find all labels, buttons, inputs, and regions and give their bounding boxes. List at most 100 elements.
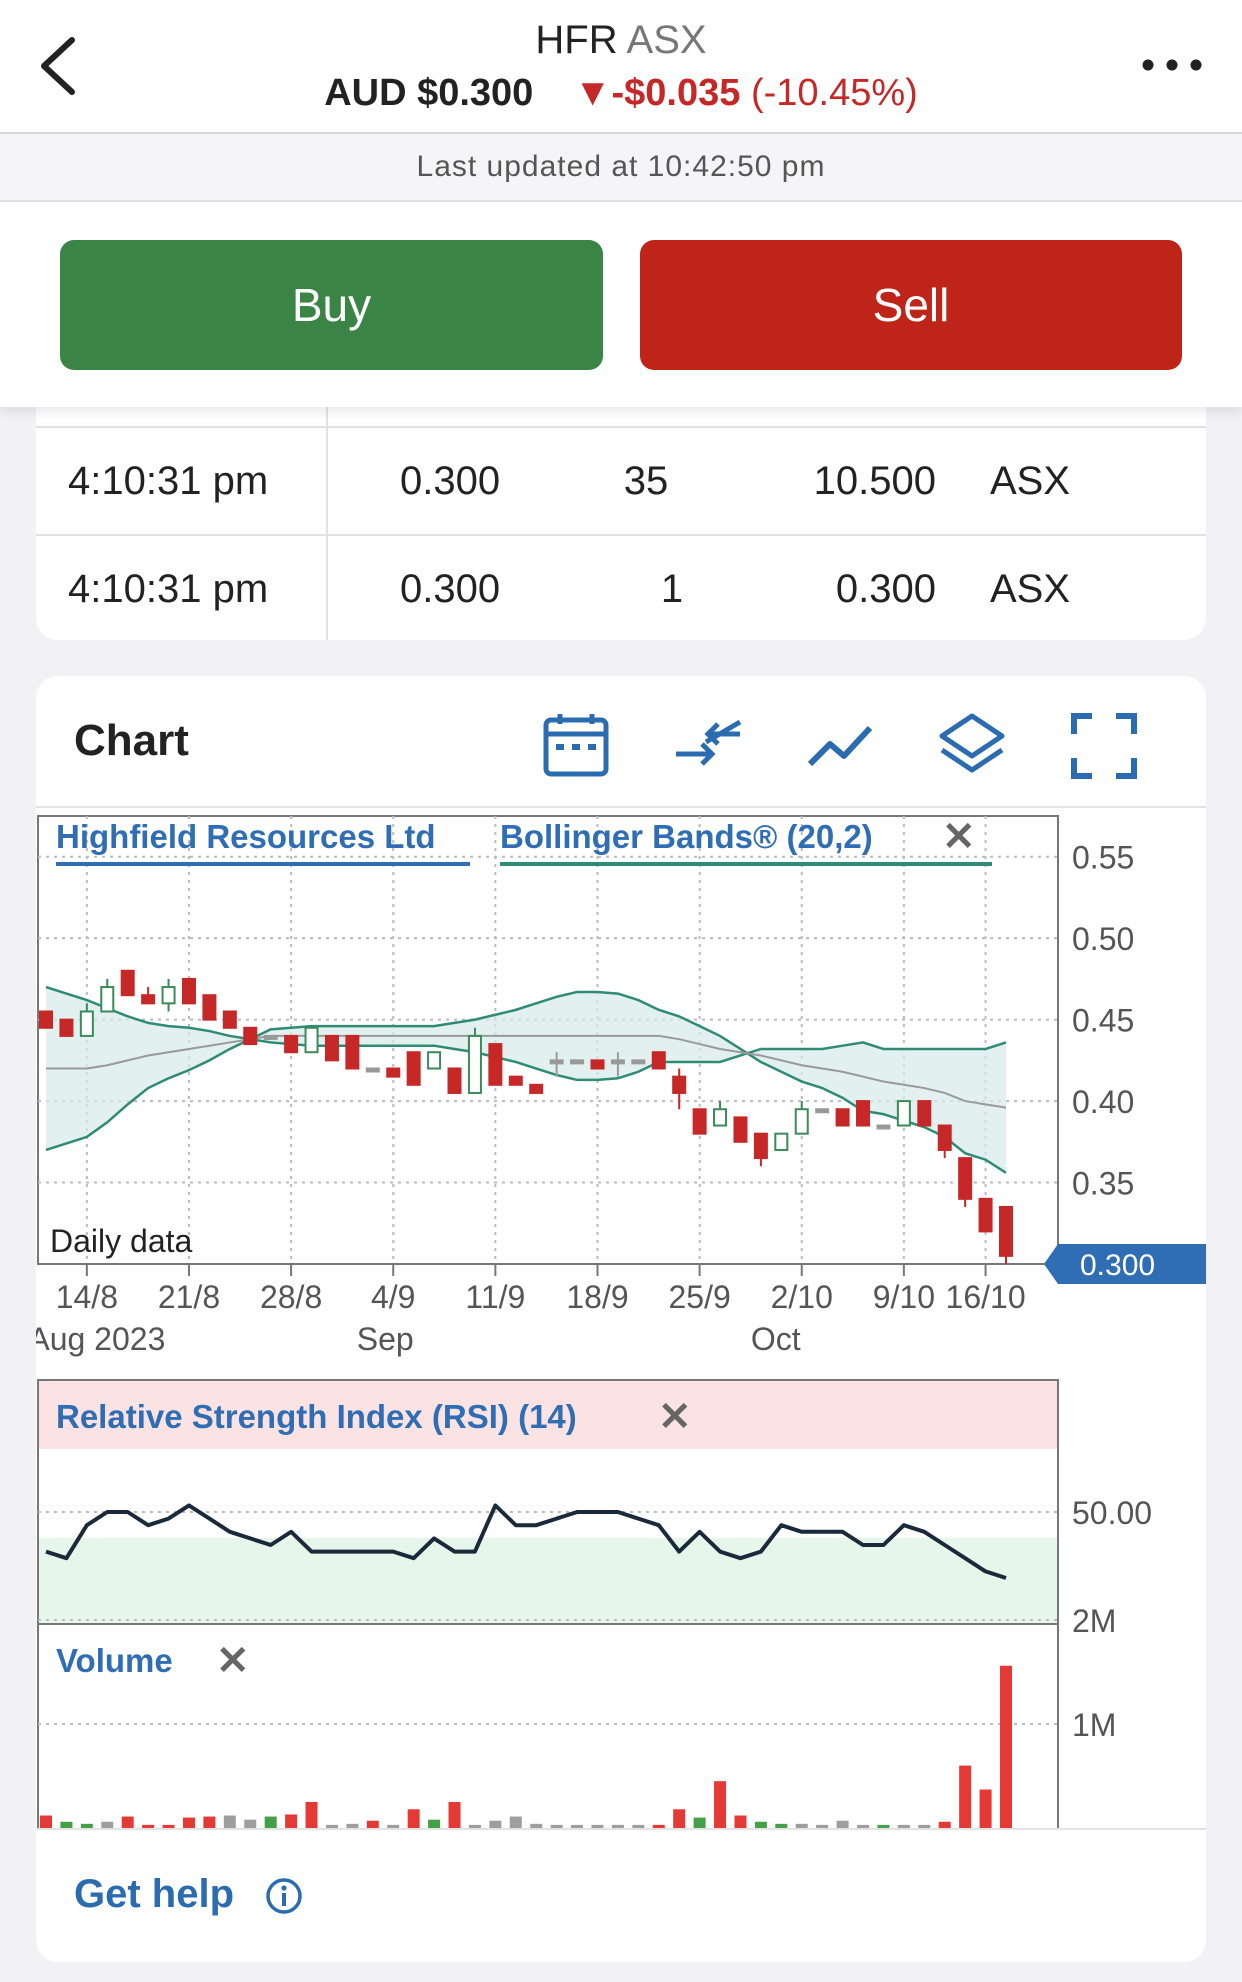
volume-bar	[182, 1817, 195, 1828]
sell-button[interactable]: Sell	[640, 240, 1182, 370]
volume-bar	[1000, 1665, 1012, 1828]
x-tick-label: 11/9	[465, 1279, 525, 1315]
x-tick-label: 14/8	[56, 1279, 118, 1315]
candle	[284, 1034, 299, 1054]
rsi-oversold-zone	[39, 1538, 1057, 1623]
volume-bar	[734, 1815, 747, 1828]
candle	[999, 1205, 1013, 1257]
candle	[386, 1067, 401, 1078]
chart-card-title: Chart	[74, 716, 189, 765]
x-tick-label: 28/8	[260, 1279, 322, 1315]
info-icon[interactable]	[264, 1876, 304, 1916]
candle	[304, 1026, 319, 1054]
trade-row: 4:10:31 pm 0.300 35 10.500 ASX	[36, 426, 1206, 534]
last-updated: Last updated at 10:42:50 pm	[0, 134, 1242, 202]
candle	[692, 1108, 707, 1135]
candle	[161, 986, 176, 1005]
volume-bar	[979, 1789, 992, 1828]
series-label: Highfield Resources Ltd	[56, 818, 436, 855]
x-tick-label: 21/8	[158, 1279, 220, 1315]
more-options-icon[interactable]	[1132, 40, 1212, 90]
frequency-label: Daily data	[50, 1223, 193, 1259]
x-tick-label: 25/9	[668, 1279, 730, 1315]
volume-bar	[264, 1816, 277, 1828]
month-label: Oct	[751, 1321, 801, 1357]
price-line: AUD $0.300 ▼-$0.035 (-10.45%)	[0, 72, 1242, 115]
volume-bar	[428, 1819, 441, 1828]
last-price: AUD $0.300	[324, 72, 534, 114]
calendar-icon[interactable]	[536, 706, 616, 786]
volume-bar	[509, 1816, 522, 1828]
volume-bar	[714, 1781, 727, 1828]
volume-bar	[489, 1820, 502, 1828]
volume-bar	[407, 1809, 420, 1828]
candle	[733, 1116, 748, 1143]
volume-bar	[244, 1819, 257, 1828]
layers-icon[interactable]	[932, 706, 1012, 786]
volume-y-tick: 1M	[1072, 1707, 1116, 1743]
candle	[324, 1034, 339, 1062]
fullscreen-icon[interactable]	[1064, 706, 1144, 786]
candle	[529, 1083, 544, 1094]
volume-bar	[203, 1816, 216, 1828]
compare-icon[interactable]	[668, 706, 748, 786]
candle	[222, 1010, 237, 1029]
buy-button[interactable]: Buy	[60, 240, 603, 370]
last-price-tag-label: 0.300	[1080, 1249, 1155, 1282]
trade-market: ASX	[990, 459, 1071, 503]
x-tick-label: 9/10	[873, 1279, 935, 1315]
trade-time: 4:10:31 pm	[68, 459, 269, 503]
volume-title: Volume	[56, 1642, 173, 1679]
volume-bar	[121, 1816, 134, 1828]
chart-card: Chart 0.55 0.50 0.45 0.40 0.35 Highfield Reso…	[36, 676, 1206, 1962]
trade-quantity: 1	[660, 567, 684, 611]
price-chart[interactable]: 0.55 0.50 0.45 0.40 0.35 Highfield Resources …	[36, 806, 1206, 1828]
candle	[39, 1010, 53, 1029]
indicator-label: Bollinger Bands® (20,2)	[500, 818, 873, 855]
trade-row: 4:10:31 pm 0.300 1 0.300 ASX	[36, 534, 1206, 640]
candle	[467, 1034, 482, 1094]
candle	[794, 1108, 809, 1135]
candle	[181, 977, 196, 1005]
candle	[243, 1026, 258, 1046]
get-help-link[interactable]: Get help	[74, 1872, 234, 1917]
candle	[876, 1124, 891, 1130]
price-change: ▼-$0.035	[573, 72, 741, 114]
candle	[651, 1051, 666, 1070]
course-of-sales: 4:10:31 pm 0.300 35 10.500 ASX 4:10:31 p…	[36, 380, 1206, 640]
candle	[120, 969, 135, 997]
trade-price: 0.300	[400, 567, 501, 611]
trade-quantity: 35	[623, 459, 669, 503]
candle	[365, 1067, 380, 1073]
candle	[141, 994, 156, 1005]
close-rsi-icon: ✕	[658, 1395, 692, 1439]
trade-actions: Buy Sell	[0, 202, 1242, 407]
volume-bar	[40, 1815, 52, 1828]
candle	[345, 1034, 360, 1070]
month-label: Sep	[357, 1321, 414, 1357]
y-tick-label: 0.45	[1072, 1003, 1134, 1039]
candle	[958, 1157, 973, 1200]
rsi-y-tick: 50.00	[1072, 1495, 1152, 1531]
candle	[79, 1010, 94, 1037]
candle	[570, 1059, 585, 1065]
volume-bar	[305, 1802, 318, 1828]
candle	[508, 1075, 523, 1086]
stock-exchange: ASX	[626, 18, 707, 62]
candle	[815, 1108, 830, 1114]
candle	[835, 1108, 850, 1127]
trade-market: ASX	[990, 567, 1071, 611]
y-tick-label: 0.50	[1072, 921, 1134, 957]
candle	[549, 1059, 564, 1065]
y-tick-label: 0.40	[1072, 1084, 1134, 1120]
candle	[447, 1067, 462, 1094]
x-tick-label: 2/10	[771, 1279, 833, 1315]
candle	[896, 1100, 911, 1127]
line-chart-icon[interactable]	[800, 706, 880, 786]
stock-symbol: HFR	[535, 18, 618, 62]
volume-panel	[37, 1623, 1059, 1828]
candle	[100, 986, 115, 1013]
candle	[978, 1197, 993, 1233]
candle	[672, 1075, 687, 1094]
volume-bar	[366, 1820, 379, 1828]
